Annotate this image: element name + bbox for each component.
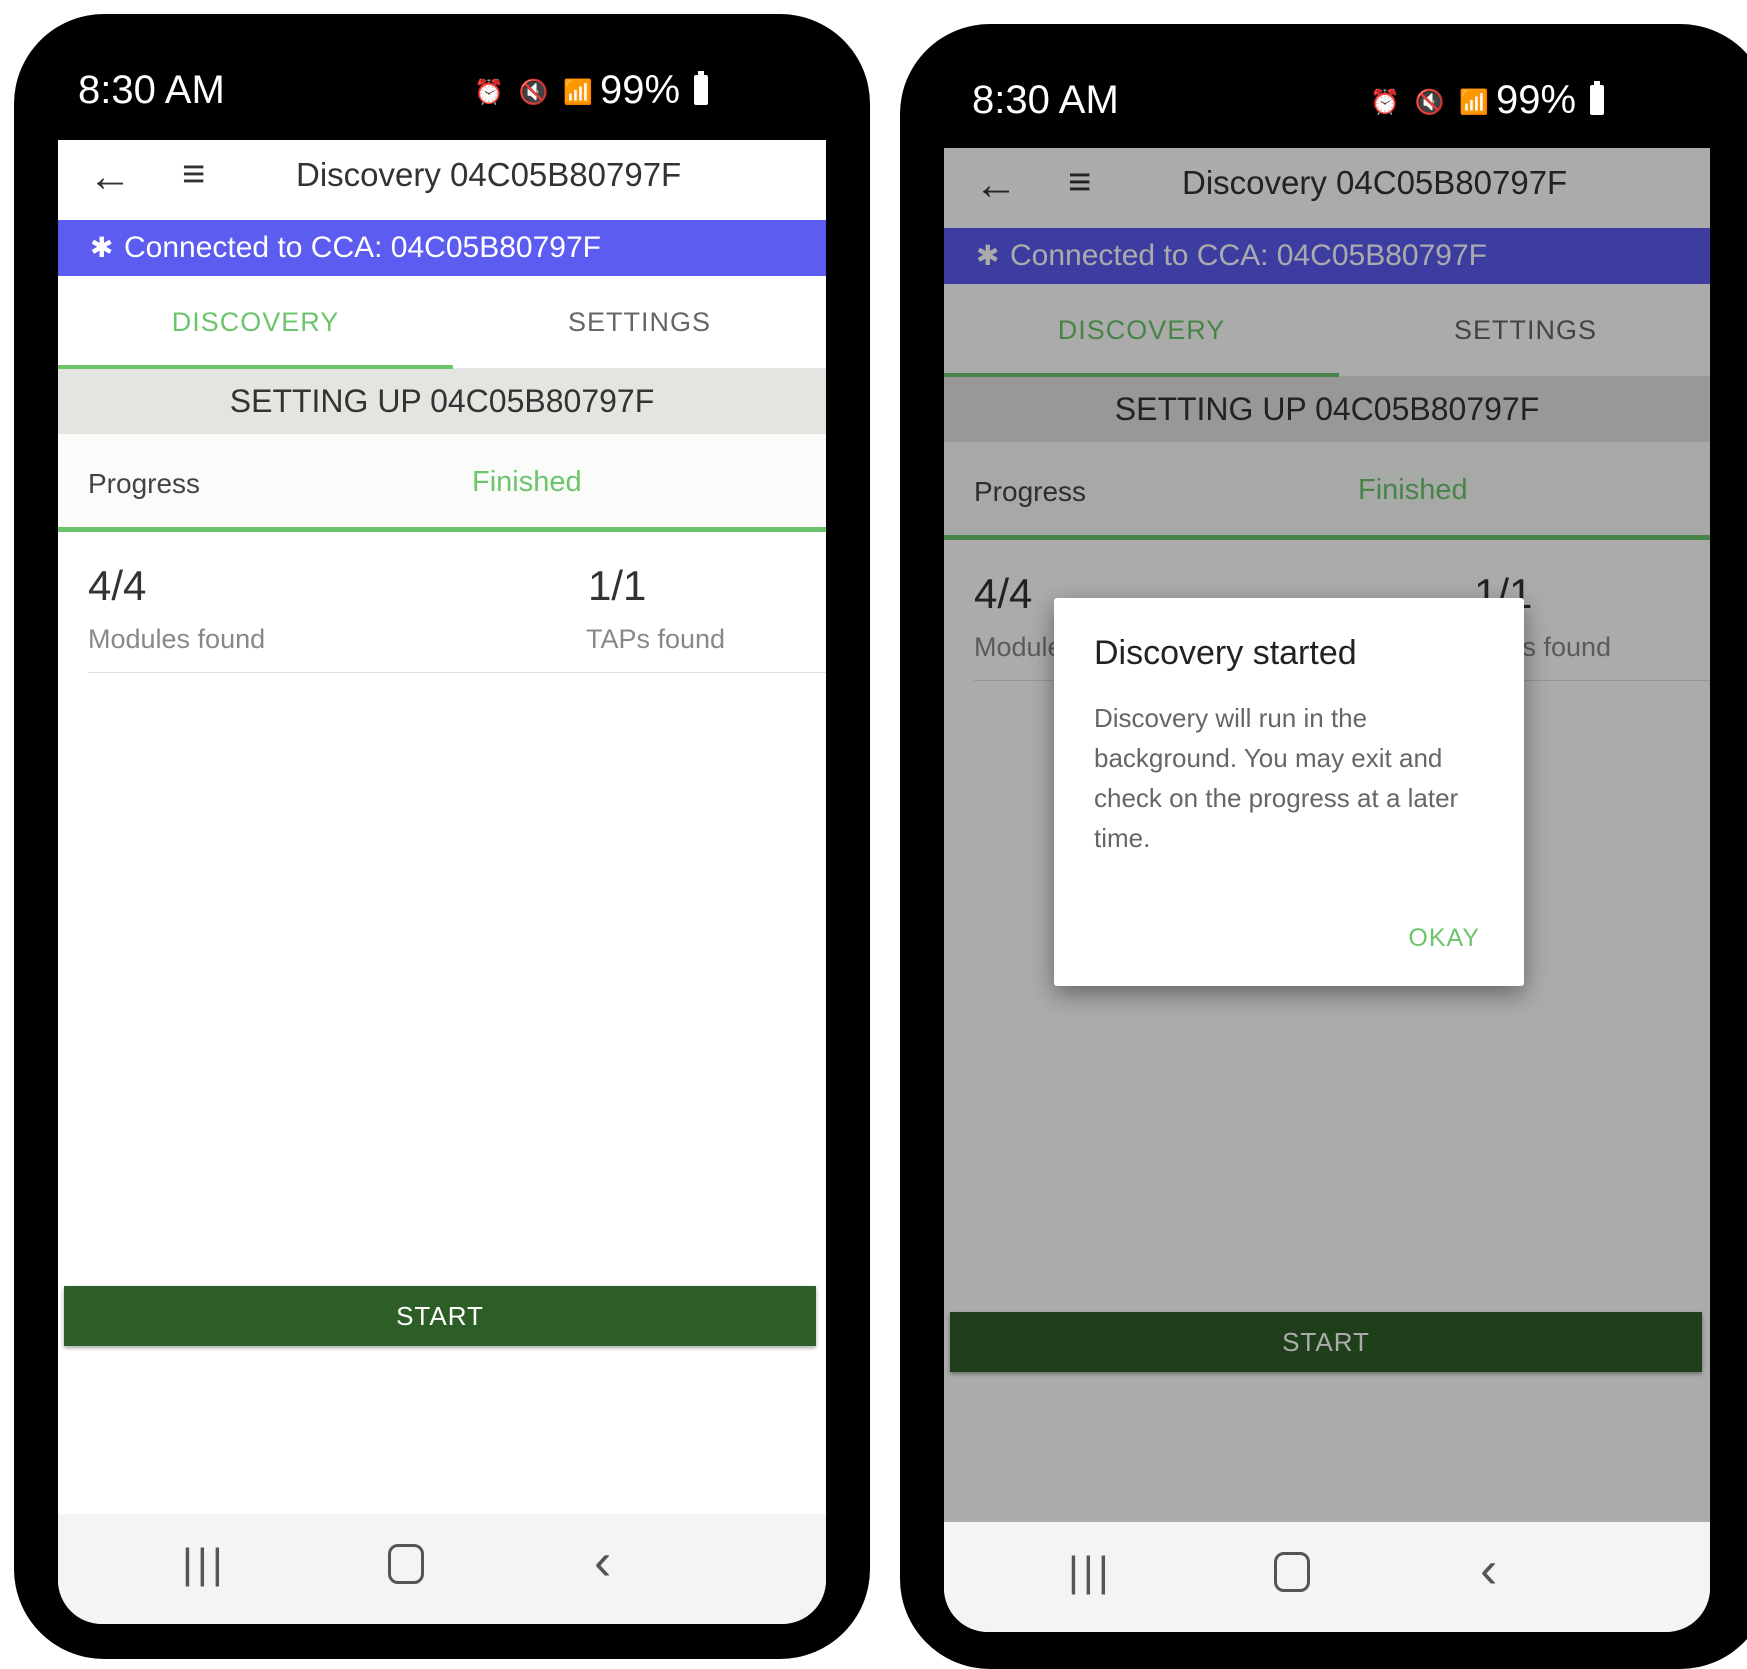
- recent-apps-icon[interactable]: |||: [182, 1540, 227, 1588]
- battery-status: 99%: [1496, 78, 1605, 123]
- system-nav-bar: ||| ‹: [58, 1514, 826, 1624]
- page-title: Discovery 04C05B80797F: [296, 156, 682, 193]
- phone-right: 8:30 AM ⏰ 🔇 📶 99% ← ≡ Discovery 04C05B80…: [900, 24, 1747, 1669]
- tab-bar: DISCOVERY SETTINGS: [58, 276, 826, 369]
- status-icons: ⏰ 🔇 📶: [1370, 89, 1493, 116]
- discovery-started-dialog: Discovery started Discovery will run in …: [1054, 598, 1524, 986]
- okay-button[interactable]: OKAY: [1408, 924, 1480, 953]
- connection-text: Connected to CCA: 04C05B80797F: [124, 231, 601, 264]
- setup-banner: SETTING UP 04C05B80797F: [58, 369, 826, 434]
- progress-row: Progress Finished: [58, 434, 826, 532]
- battery-percent: 99%: [1496, 78, 1577, 122]
- battery-percent: 99%: [600, 68, 681, 112]
- system-nav-bar: ||| ‹: [944, 1522, 1710, 1632]
- tab-settings[interactable]: SETTINGS: [453, 276, 826, 368]
- tab-discovery[interactable]: DISCOVERY: [58, 276, 453, 368]
- modules-label: Modules found: [88, 624, 266, 654]
- status-time: 8:30 AM: [972, 78, 1119, 122]
- app-screen: ← ≡ Discovery 04C05B80797F ✱ Connected t…: [944, 148, 1710, 1632]
- system-back-icon[interactable]: ‹: [1480, 1540, 1497, 1600]
- dialog-title: Discovery started: [1094, 634, 1357, 672]
- bluetooth-icon: ✱: [90, 232, 114, 263]
- recent-apps-icon[interactable]: |||: [1068, 1548, 1113, 1596]
- dialog-message: Discovery will run in the background. Yo…: [1094, 703, 1459, 853]
- modules-count: 4/4: [88, 562, 147, 609]
- home-icon[interactable]: [1274, 1552, 1310, 1592]
- system-back-icon[interactable]: ‹: [594, 1532, 611, 1592]
- start-button[interactable]: START: [64, 1286, 816, 1346]
- battery-icon: [694, 71, 709, 105]
- app-screen: ← ≡ Discovery 04C05B80797F ✱ Connected t…: [58, 140, 826, 1624]
- progress-label: Progress: [88, 468, 201, 499]
- back-arrow-icon[interactable]: ←: [88, 152, 132, 202]
- phone-left: 8:30 AM ⏰ 🔇 📶 99% ← ≡ Discovery 04C05B80…: [14, 14, 870, 1659]
- status-icons: ⏰ 🔇 📶: [474, 79, 597, 106]
- battery-icon: [1590, 81, 1605, 115]
- battery-status: 99%: [600, 68, 709, 113]
- hamburger-menu-icon[interactable]: ≡: [182, 152, 205, 197]
- taps-count: 1/1: [588, 562, 647, 609]
- app-bar: ← ≡ Discovery 04C05B80797F: [58, 140, 826, 220]
- connection-banner: ✱ Connected to CCA: 04C05B80797F: [58, 220, 826, 276]
- taps-label: TAPs found: [586, 624, 726, 654]
- home-icon[interactable]: [388, 1544, 424, 1584]
- status-time: 8:30 AM: [78, 68, 225, 112]
- progress-status: Finished: [472, 466, 582, 498]
- counts-row: 4/4 Modules found 1/1 TAPs found: [88, 532, 826, 673]
